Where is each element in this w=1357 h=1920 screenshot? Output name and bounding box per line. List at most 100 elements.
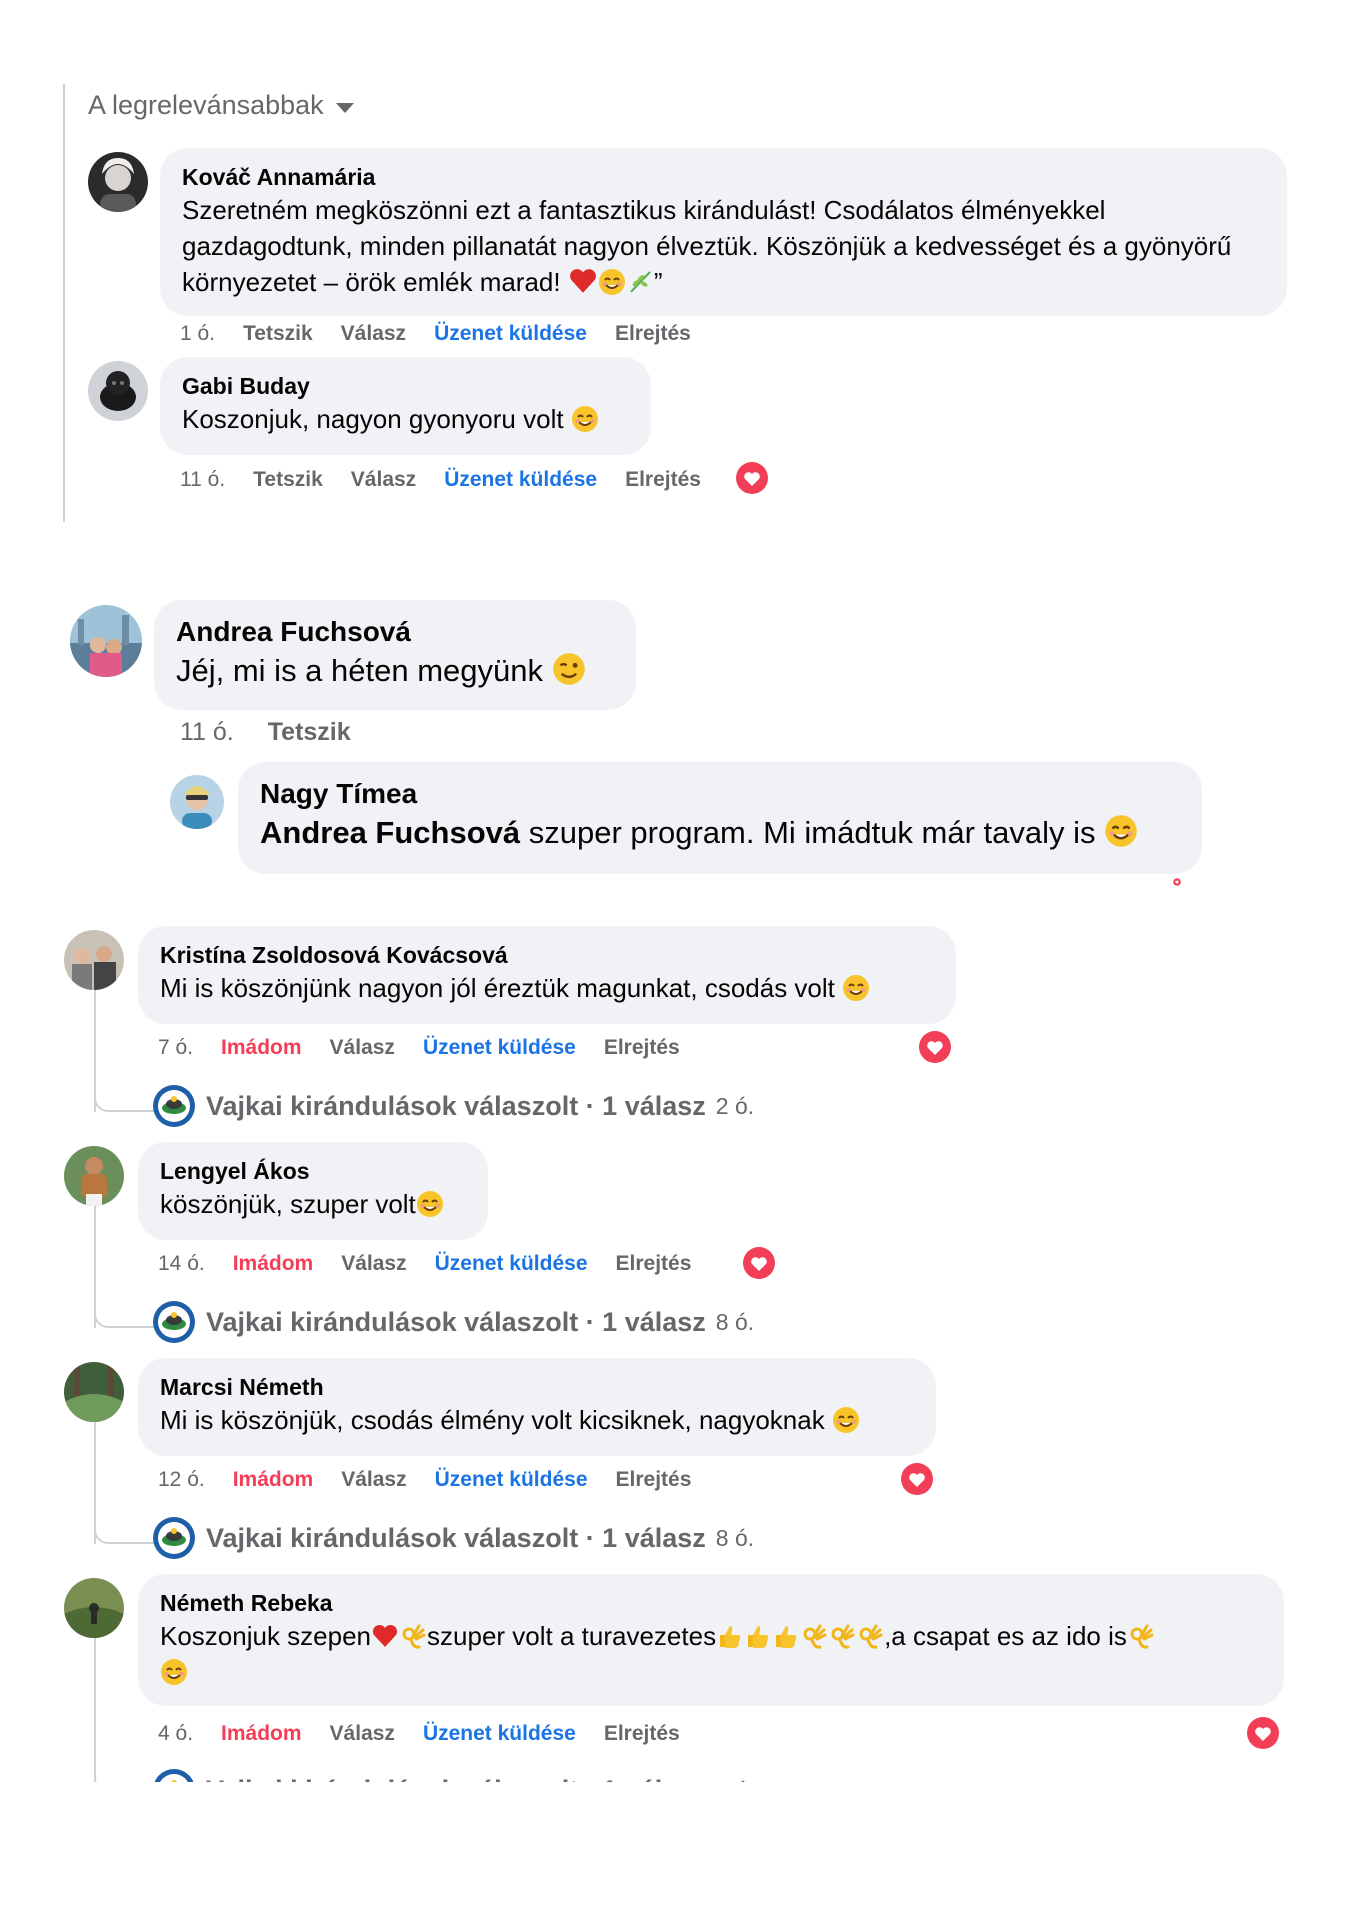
like-button[interactable]: Tetszik <box>268 718 351 747</box>
send-message-button[interactable]: Üzenet küldése <box>435 1252 588 1276</box>
love-button[interactable]: Imádom <box>221 1036 302 1060</box>
replies-ago: 8 ó. <box>715 1524 755 1551</box>
ok-hand-icon <box>1127 1622 1155 1650</box>
comment-author[interactable]: Kristína Zsoldosová Kovácsová <box>160 940 934 970</box>
comment-actions: 7 ó. Imádom Válasz Üzenet küldése Elrejt… <box>158 1036 680 1060</box>
avatar[interactable] <box>64 1146 124 1206</box>
love-reaction-icon[interactable] <box>742 1246 776 1280</box>
hide-button[interactable]: Elrejtés <box>625 468 701 492</box>
comment-time[interactable]: 14 ó. <box>158 1252 205 1276</box>
view-replies-link[interactable]: Vajkai kirándulások válaszolt · 1 válasz… <box>152 1300 754 1344</box>
comment-time[interactable]: 7 ó. <box>158 1036 193 1060</box>
send-message-button[interactable]: Üzenet küldése <box>423 1722 576 1746</box>
page-logo-icon <box>152 1300 196 1344</box>
hide-button[interactable]: Elrejtés <box>604 1722 680 1746</box>
send-message-button[interactable]: Üzenet küldése <box>434 322 587 346</box>
send-message-button[interactable]: Üzenet küldése <box>444 468 597 492</box>
smile-emoji-icon <box>160 1658 188 1686</box>
hide-button[interactable]: Elrejtés <box>616 1252 692 1276</box>
comment-text: Andrea Fuchsová szuper program. Mi imádt… <box>260 812 1180 854</box>
love-reaction-icon[interactable] <box>900 1462 934 1496</box>
comment-bubble: Kováč Annamária Szeretném megköszönni ez… <box>160 148 1287 316</box>
herb-icon <box>626 268 654 296</box>
smile-emoji-icon <box>571 405 599 433</box>
hide-button[interactable]: Elrejtés <box>616 1468 692 1492</box>
comment-author[interactable]: Nagy Tímea <box>260 776 1180 812</box>
avatar[interactable] <box>88 152 148 212</box>
comment-time[interactable]: 12 ó. <box>158 1468 205 1492</box>
comment-time[interactable]: 11 ó. <box>180 718 234 747</box>
comment-bubble: Kristína Zsoldosová Kovácsová Mi is kösz… <box>138 926 956 1024</box>
smile-emoji-icon <box>842 974 870 1002</box>
comment-time[interactable]: 1 ó. <box>180 322 215 346</box>
avatar[interactable] <box>64 930 124 990</box>
thread-elbow <box>94 1060 154 1112</box>
chevron-down-icon <box>335 102 354 113</box>
comment-text: Koszonjuk szepen szuper volt a turavezete… <box>160 1618 1262 1690</box>
reply-bubble: Nagy Tímea Andrea Fuchsová szuper progra… <box>238 762 1202 874</box>
comment-bubble: Lengyel Ákos köszönjük, szuper volt <box>138 1142 488 1240</box>
comment-author[interactable]: Gabi Buday <box>182 371 629 401</box>
comment-bubble: Andrea Fuchsová Jéj, mi is a héten megyü… <box>154 600 636 710</box>
love-button[interactable]: Imádom <box>233 1252 314 1276</box>
reply-button[interactable]: Válasz <box>351 468 416 492</box>
thread-elbow <box>94 1276 154 1328</box>
comment-actions: 11 ó. Tetszik Válasz Üzenet küldése Elre… <box>180 468 701 492</box>
avatar[interactable] <box>88 361 148 421</box>
thumbs-up-icon <box>772 1622 800 1650</box>
hide-button[interactable]: Elrejtés <box>604 1036 680 1060</box>
reply-button[interactable]: Válasz <box>330 1722 395 1746</box>
ok-hand-icon <box>800 1622 828 1650</box>
smile-emoji-icon <box>1104 814 1138 848</box>
comment-actions: 4 ó. Imádom Válasz Üzenet küldése Elrejt… <box>158 1722 680 1746</box>
comment-author[interactable]: Andrea Fuchsová <box>176 614 614 650</box>
send-message-button[interactable]: Üzenet küldése <box>435 1468 588 1492</box>
comment-time[interactable]: 4 ó. <box>158 1722 193 1746</box>
thumbs-up-icon <box>744 1622 772 1650</box>
comment-text: Jéj, mi is a héten megyünk <box>176 650 614 692</box>
red-heart-icon <box>568 266 598 296</box>
avatar[interactable] <box>64 1362 124 1422</box>
comment-author[interactable]: Németh Rebeka <box>160 1588 1262 1618</box>
avatar[interactable] <box>64 1578 124 1638</box>
view-replies-link[interactable]: Vajkai kirándulások válaszolt · 1 válasz… <box>152 1516 754 1560</box>
comment-actions: 14 ó. Imádom Válasz Üzenet küldése Elrej… <box>158 1252 691 1276</box>
comment-time[interactable]: 11 ó. <box>180 468 225 492</box>
smile-emoji-icon <box>832 1406 860 1434</box>
reply-button[interactable]: Válasz <box>341 322 406 346</box>
view-replies-link[interactable]: Vajkai kirándulások válaszolt · 1 válasz… <box>152 1084 754 1128</box>
comment-author[interactable]: Kováč Annamária <box>182 162 1265 192</box>
replies-label: Vajkai kirándulások válaszolt · 1 válasz <box>206 1522 706 1553</box>
reply-button[interactable]: Válasz <box>341 1252 406 1276</box>
replies-ago: 8 ó. <box>715 1308 755 1335</box>
avatar[interactable] <box>170 775 224 829</box>
send-message-button[interactable]: Üzenet küldése <box>423 1036 576 1060</box>
love-reaction-icon[interactable] <box>735 461 769 495</box>
comment-text: Szeretném megköszönni ezt a fantasztikus… <box>182 195 1232 297</box>
love-button[interactable]: Imádom <box>221 1722 302 1746</box>
love-reaction-icon[interactable] <box>918 1030 952 1064</box>
avatar[interactable] <box>70 605 142 677</box>
comment-bubble: Gabi Buday Koszonjuk, nagyon gyonyoru vo… <box>160 357 651 455</box>
love-button[interactable]: Imádom <box>233 1468 314 1492</box>
sort-label: A legrelevánsabbak <box>88 90 324 120</box>
comment-bubble: Marcsi Németh Mi is köszönjük, csodás él… <box>138 1358 936 1456</box>
mention-link[interactable]: Andrea Fuchsová <box>260 815 520 850</box>
reply-button[interactable]: Válasz <box>341 1468 406 1492</box>
comment-author[interactable]: Marcsi Németh <box>160 1372 914 1402</box>
cropped-area <box>0 1782 1357 1920</box>
thread-line <box>63 84 65 522</box>
love-reaction-icon[interactable] <box>1246 1716 1280 1750</box>
thumbs-up-icon <box>716 1622 744 1650</box>
comment-text: Mi is köszönjük, csodás élmény volt kics… <box>160 1402 914 1438</box>
like-button[interactable]: Tetszik <box>253 468 323 492</box>
replies-ago: 2 ó. <box>715 1092 755 1119</box>
like-button[interactable]: Tetszik <box>243 322 313 346</box>
reply-button[interactable]: Válasz <box>330 1036 395 1060</box>
comment-author[interactable]: Lengyel Ákos <box>160 1156 466 1186</box>
hide-button[interactable]: Elrejtés <box>615 322 691 346</box>
love-reaction-icon[interactable] <box>1160 878 1194 886</box>
comment-actions: 11 ó. Tetszik <box>180 718 351 747</box>
replies-label: Vajkai kirándulások válaszolt · 1 válasz <box>206 1090 706 1121</box>
sort-dropdown[interactable]: A legrelevánsabbak <box>88 90 354 121</box>
